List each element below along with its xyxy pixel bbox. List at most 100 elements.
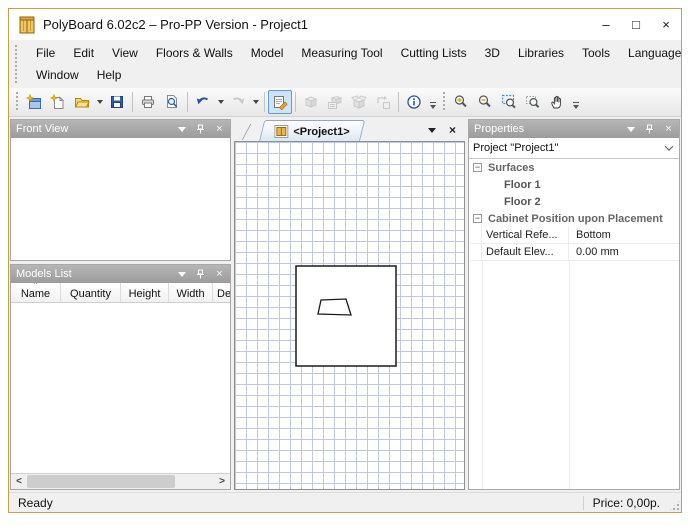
zoom-window-button[interactable] <box>497 90 521 114</box>
menu-measuring-tool[interactable]: Measuring Tool <box>292 43 391 63</box>
chevron-down-icon <box>177 126 186 132</box>
menu-window[interactable]: Window <box>27 65 88 85</box>
properties-pin-button[interactable] <box>642 122 657 136</box>
menu-libraries[interactable]: Libraries <box>509 43 573 63</box>
models-list-header[interactable]: Models List × <box>11 265 230 283</box>
toolbar-separator <box>264 92 265 112</box>
app-icon <box>19 16 35 33</box>
title-bar[interactable]: PolyBoard 6.02c2 – Pro-PP Version - Proj… <box>9 9 681 40</box>
overflow-arrow-icon <box>429 105 436 109</box>
menu-3d[interactable]: 3D <box>476 43 509 63</box>
front-view-header[interactable]: Front View × <box>11 120 230 138</box>
open-dropdown-button[interactable] <box>94 90 105 114</box>
save-button[interactable] <box>105 90 129 114</box>
front-view-canvas[interactable] <box>11 138 230 260</box>
column-header-name[interactable]: ^ Name <box>11 283 61 302</box>
zoom-toolbar-grip[interactable] <box>443 92 445 112</box>
menu-model[interactable]: Model <box>242 43 293 63</box>
open-cube-3d-button[interactable] <box>347 90 371 114</box>
pan-button[interactable] <box>545 90 569 114</box>
tab-close-button[interactable]: × <box>445 122 460 138</box>
export-model-button[interactable] <box>371 90 395 114</box>
menu-edit[interactable]: Edit <box>64 43 103 63</box>
zoom-in-button[interactable] <box>449 90 473 114</box>
status-message: Ready <box>18 495 53 510</box>
window-title: PolyBoard 6.02c2 – Pro-PP Version - Proj… <box>43 17 308 32</box>
room-outline[interactable] <box>295 265 397 367</box>
properties-menu-button[interactable] <box>623 122 638 136</box>
column-header-width[interactable]: Width <box>169 283 213 302</box>
property-value[interactable]: 0.00 mm <box>569 244 679 260</box>
info-button[interactable] <box>402 90 426 114</box>
cabinet-shape[interactable] <box>317 298 352 316</box>
zoom-extents-button[interactable] <box>521 90 545 114</box>
collapse-icon[interactable]: − <box>473 214 482 223</box>
toolbar-grip[interactable] <box>16 92 18 112</box>
toolbar-separator <box>398 92 399 112</box>
column-header-height[interactable]: Height <box>121 283 169 302</box>
plan-canvas[interactable] <box>234 141 465 490</box>
menu-file[interactable]: File <box>27 43 64 63</box>
zoom-in-icon <box>454 95 467 108</box>
properties-tree: − Surfaces Floor 1 Floor 2 − Cabinet Pos… <box>469 159 679 489</box>
scroll-left-button[interactable]: < <box>11 474 27 489</box>
redo-dropdown-button[interactable] <box>250 90 261 114</box>
properties-button[interactable] <box>268 90 292 114</box>
save-icon <box>111 96 123 108</box>
front-view-close-button[interactable]: × <box>212 122 227 136</box>
models-list-close-button[interactable]: × <box>212 267 227 281</box>
models-list-body[interactable] <box>11 303 230 473</box>
models-list-menu-button[interactable] <box>174 267 189 281</box>
tab-list-dropdown-button[interactable] <box>424 122 439 138</box>
models-list-pin-button[interactable] <box>193 267 208 281</box>
minimize-button[interactable]: – <box>591 9 621 40</box>
plan-shapes <box>295 265 397 367</box>
left-dock: Front View × Models List × ^ Name Quanti… <box>10 119 231 490</box>
redo-button[interactable] <box>226 90 250 114</box>
undo-dropdown-button[interactable] <box>215 90 226 114</box>
close-button[interactable]: × <box>651 9 681 40</box>
menu-cutting-lists[interactable]: Cutting Lists <box>392 43 476 63</box>
tree-item-floor1[interactable]: Floor 1 <box>469 176 679 193</box>
menu-floors-walls[interactable]: Floors & Walls <box>147 43 242 63</box>
document-area: <Project1> × <box>234 119 465 490</box>
menu-help[interactable]: Help <box>88 65 131 85</box>
pin-icon <box>197 124 204 134</box>
resize-grip[interactable] <box>668 499 681 512</box>
chevron-down-icon <box>626 126 635 132</box>
front-view-pin-button[interactable] <box>193 122 208 136</box>
menu-tools[interactable]: Tools <box>573 43 619 63</box>
collapse-icon[interactable]: − <box>473 163 482 172</box>
scrollbar-thumb[interactable] <box>27 475 175 488</box>
property-row-vertical-reference: Vertical Refe... Bottom <box>469 227 679 244</box>
scroll-right-button[interactable]: > <box>214 474 230 489</box>
front-view-title: Front View <box>16 123 69 135</box>
new-model-button[interactable] <box>46 90 70 114</box>
toolbar-overflow-button[interactable] <box>426 89 439 115</box>
menubar-grip[interactable] <box>15 45 17 83</box>
properties-header[interactable]: Properties × <box>469 120 679 138</box>
properties-title: Properties <box>474 123 525 135</box>
new-project-button[interactable] <box>22 90 46 114</box>
desktop: PolyBoard 6.02c2 – Pro-PP Version - Proj… <box>0 0 690 531</box>
print-preview-button[interactable] <box>160 90 184 114</box>
zoom-out-button[interactable] <box>473 90 497 114</box>
tree-item-floor2[interactable]: Floor 2 <box>469 193 679 210</box>
menu-language[interactable]: Language <box>619 43 690 63</box>
front-view-menu-button[interactable] <box>174 122 189 136</box>
print-button[interactable] <box>136 90 160 114</box>
zoom-toolbar-overflow-button[interactable] <box>569 89 582 115</box>
property-value[interactable]: Bottom <box>569 227 679 243</box>
cube-3d-button[interactable] <box>299 90 323 114</box>
scene-3d-button[interactable] <box>323 90 347 114</box>
open-button[interactable] <box>70 90 94 114</box>
menu-view[interactable]: View <box>103 43 147 63</box>
toolbar <box>9 88 681 117</box>
properties-close-button[interactable]: × <box>661 122 676 136</box>
tab-project1[interactable]: <Project1> <box>259 120 366 141</box>
maximize-button[interactable]: □ <box>621 9 651 40</box>
column-header-depth[interactable]: Dep <box>213 283 230 302</box>
undo-button[interactable] <box>191 90 215 114</box>
column-header-quantity[interactable]: Quantity <box>61 283 121 302</box>
object-selector-combo[interactable]: Project "Project1" <box>469 138 679 159</box>
